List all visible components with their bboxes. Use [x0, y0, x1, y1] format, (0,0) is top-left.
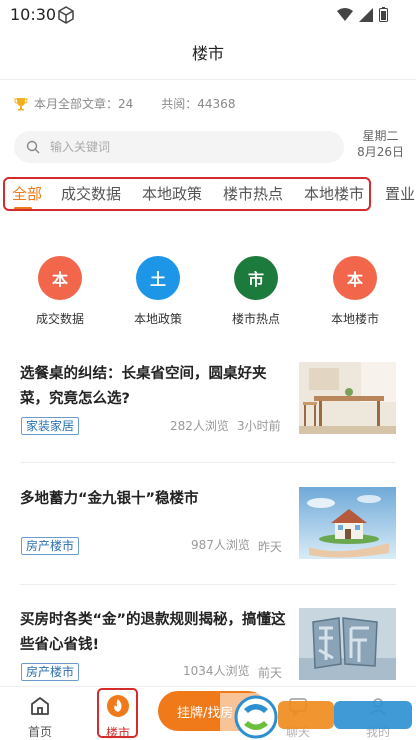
article-title: 多地蓄力“金九银十”稳楼市: [20, 491, 199, 507]
category-label: 楼市热点: [231, 312, 280, 326]
trophy-icon: [14, 97, 28, 110]
wifi-icon: [337, 7, 353, 21]
site-watermark: [220, 693, 416, 740]
view-count: 共阅：44368: [161, 97, 236, 111]
buy-house-image: [299, 608, 396, 680]
article-title: 选餐桌的纠结：长桌省空间，圆桌好夹菜，究竟怎么选?: [20, 366, 267, 407]
category-icon: 土: [136, 256, 180, 300]
article-time: 3小时前: [237, 419, 281, 433]
search-bar[interactable]: [14, 131, 344, 163]
nav-highlight-box: [97, 688, 138, 738]
category-icon: 本: [333, 256, 377, 300]
weekday: 星期二: [362, 129, 399, 143]
status-time: 10:30: [10, 5, 57, 24]
category-icon: 市: [234, 256, 278, 300]
stats-line: 本月全部文章：24 共阅：44368: [14, 95, 235, 112]
page-title: 楼市: [191, 44, 224, 63]
search-icon: [26, 140, 40, 154]
category-shortcuts: 本 成交数据 土 本地政策 市 楼市热点 本 本地楼市: [0, 256, 416, 326]
article-item[interactable]: 买房时各类“金”的退款规则揭秘，搞懂这些省心省钱! 房产楼市 1034人浏览 前…: [20, 608, 396, 686]
article-item[interactable]: 选餐桌的纠结：长桌省空间，圆桌好夹菜，究竟怎么选? 家装家居 282人浏览 3小…: [20, 362, 396, 440]
article-item[interactable]: 多地蓄力“金九银十”稳楼市 房产楼市 987人浏览 昨天: [20, 487, 396, 561]
article-tag: 房产楼市: [21, 663, 80, 681]
category-label: 本地政策: [133, 312, 182, 326]
article-views: 282人浏览: [170, 419, 229, 433]
article-divider: [20, 584, 396, 585]
header-divider: [0, 79, 416, 80]
article-title: 买房时各类“金”的退款规则揭秘，搞懂这些省心省钱!: [20, 612, 286, 653]
article-tag: 家装家居: [21, 417, 80, 435]
nav-home[interactable]: 首页: [10, 687, 70, 740]
dining-table-image: [299, 362, 396, 434]
signal-icon: [359, 7, 373, 22]
date-day: 8月26日: [357, 145, 404, 159]
battery-icon: [379, 7, 388, 22]
category-local-policy[interactable]: 土 本地政策: [118, 256, 198, 327]
category-market-hot[interactable]: 市 楼市热点: [216, 256, 296, 327]
home-icon: [31, 697, 49, 715]
article-tag: 房产楼市: [21, 537, 80, 555]
search-input[interactable]: [50, 140, 310, 154]
tab-property[interactable]: 置业: [385, 183, 415, 204]
tabs-highlight-box: [3, 177, 371, 211]
category-deal-data[interactable]: 本 成交数据: [20, 256, 100, 327]
article-views: 1034人浏览: [183, 664, 250, 678]
house-in-hand-image: [299, 487, 396, 559]
article-divider: [20, 462, 396, 463]
status-bar: 10:30: [0, 0, 416, 30]
article-views: 987人浏览: [191, 538, 250, 552]
category-label: 本地楼市: [330, 312, 379, 326]
category-local-market[interactable]: 本 本地楼市: [315, 256, 395, 327]
cube-icon: [58, 6, 74, 24]
nav-home-label: 首页: [27, 725, 52, 739]
date-display: 星期二 8月26日: [357, 128, 404, 160]
category-icon: 本: [38, 256, 82, 300]
article-count: 本月全部文章：24: [34, 97, 134, 111]
article-time: 昨天: [258, 540, 283, 554]
category-label: 成交数据: [35, 312, 84, 326]
status-icons: [337, 7, 388, 22]
article-time: 前天: [258, 666, 283, 680]
